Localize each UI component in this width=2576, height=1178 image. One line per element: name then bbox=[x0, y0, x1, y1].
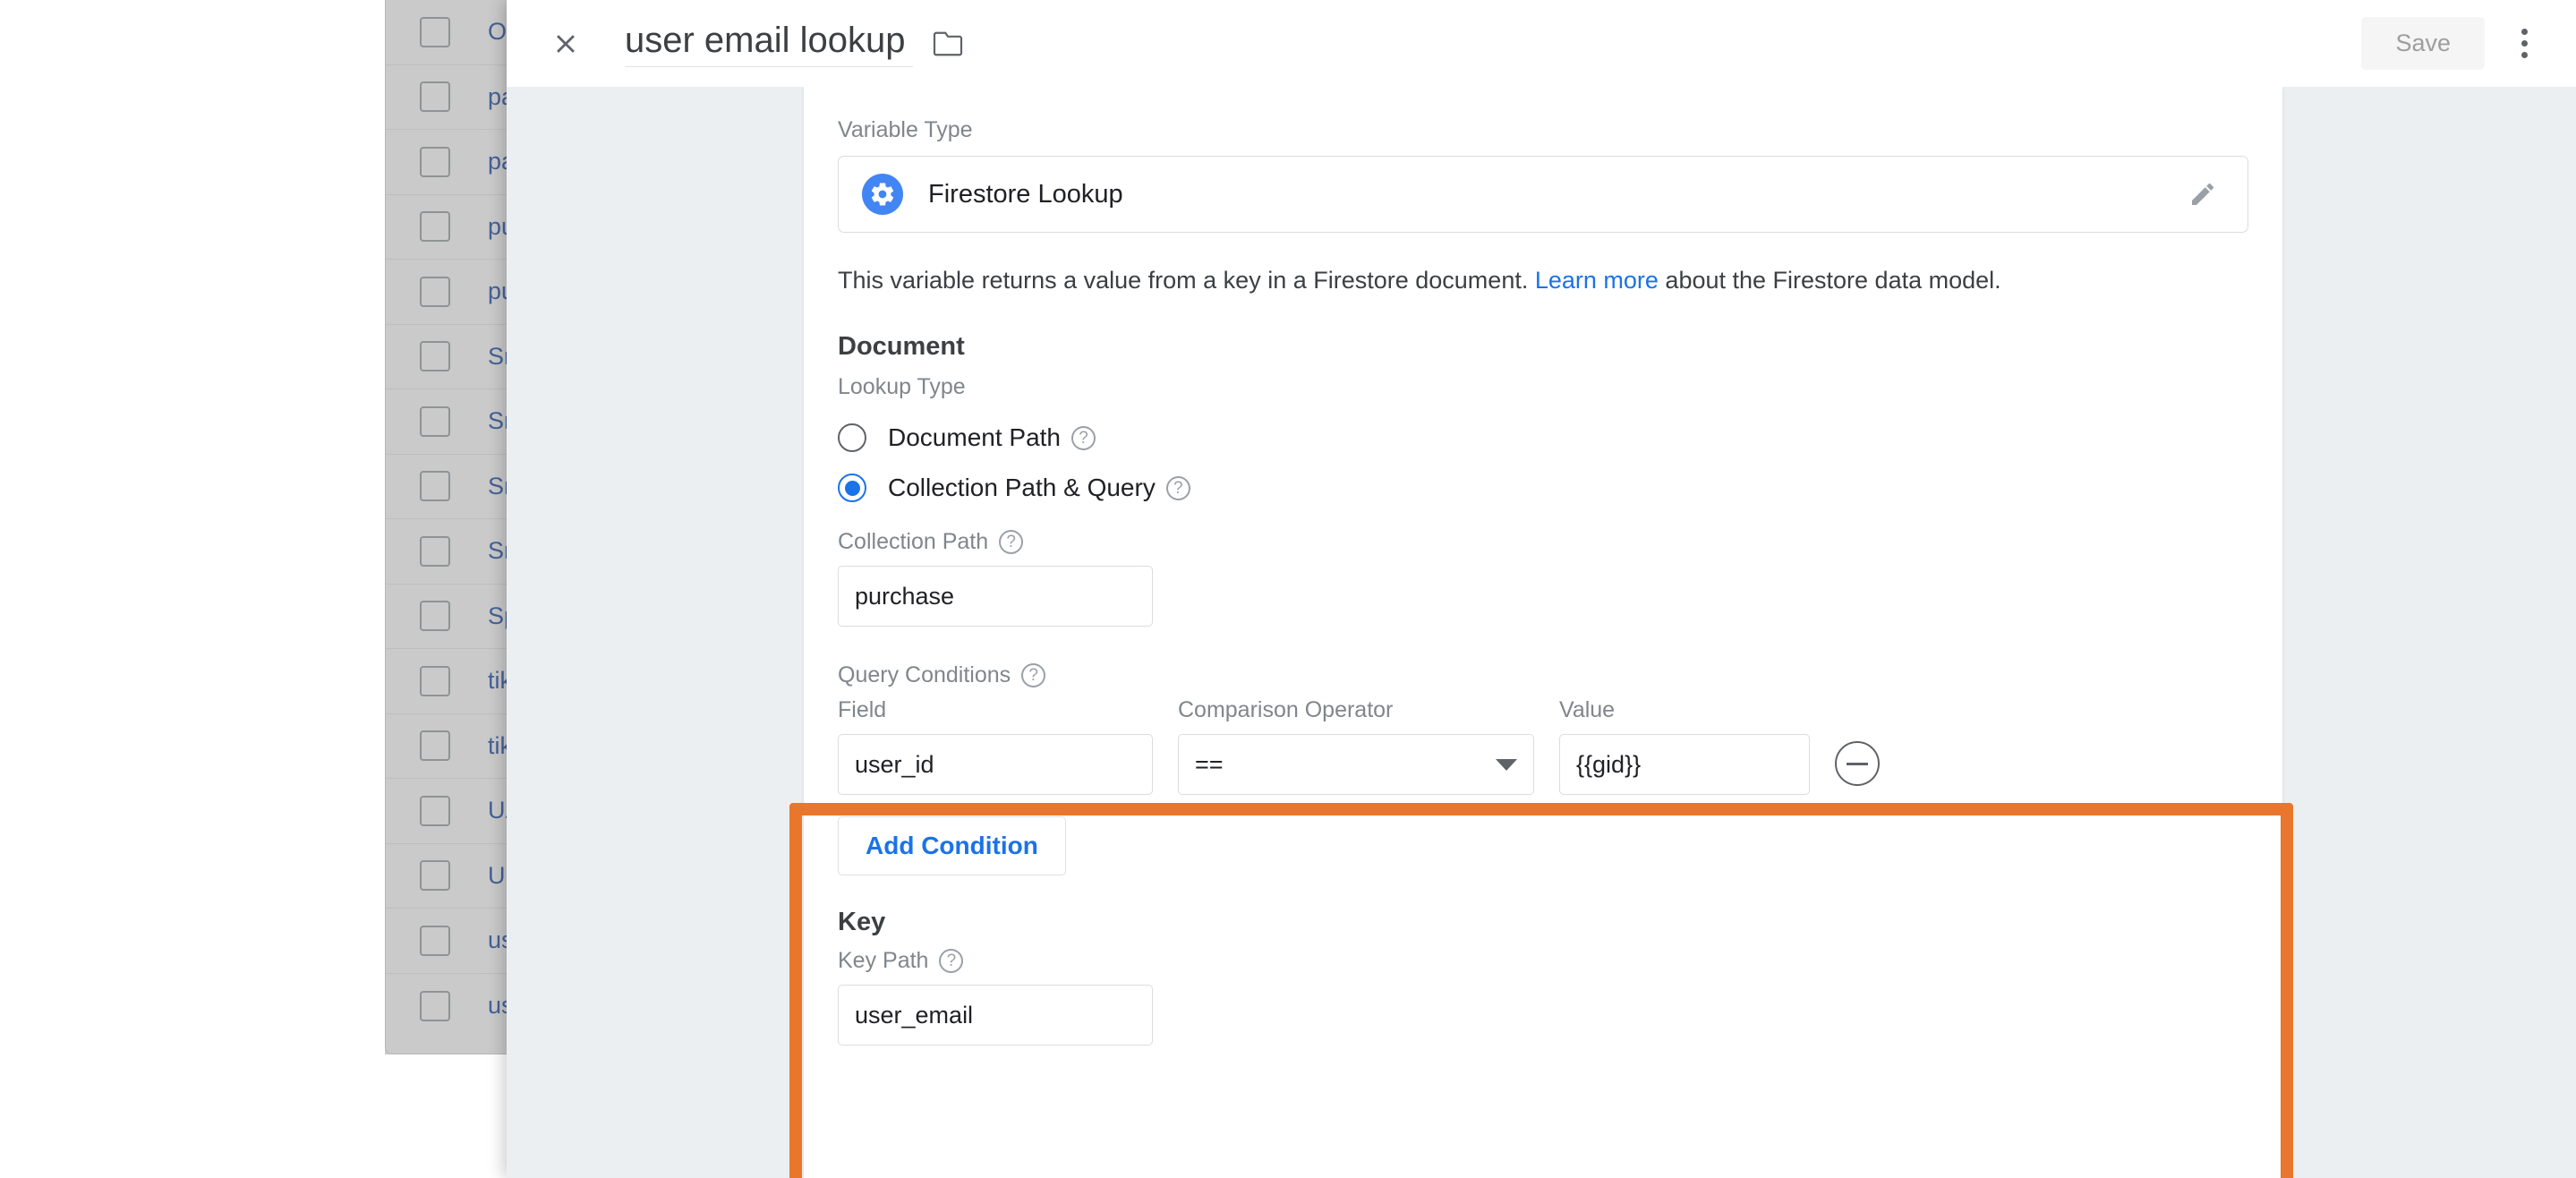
row-checkbox[interactable] bbox=[420, 276, 450, 307]
variable-config-card: Variable Type Firestore Lookup This vari… bbox=[804, 87, 2282, 1178]
condition-value-input[interactable] bbox=[1560, 735, 1809, 795]
collection-path-input-wrap bbox=[838, 566, 1153, 627]
row-checkbox[interactable] bbox=[420, 16, 450, 47]
row-checkbox[interactable] bbox=[420, 601, 450, 632]
condition-field-input-wrap bbox=[838, 734, 1153, 796]
help-icon-key-path[interactable]: ? bbox=[939, 949, 964, 974]
pencil-icon[interactable] bbox=[2181, 173, 2224, 216]
remove-circle-icon[interactable] bbox=[1835, 741, 1880, 787]
variable-type-box[interactable]: Firestore Lookup bbox=[838, 156, 2248, 233]
condition-operator-value: == bbox=[1195, 750, 1224, 778]
key-path-input-wrap bbox=[838, 985, 1153, 1046]
modal-body: Variable Type Firestore Lookup This vari… bbox=[507, 87, 2576, 1178]
variable-editor-modal: user email lookup Save Variable Type Fir… bbox=[507, 0, 2576, 1178]
variable-type-value: Firestore Lookup bbox=[928, 179, 1123, 209]
condition-field-header: Field bbox=[838, 697, 887, 723]
radio-icon-collection-path-query[interactable] bbox=[838, 474, 866, 503]
condition-operator-column: Comparison Operator == bbox=[1178, 697, 1534, 796]
row-checkbox[interactable] bbox=[420, 535, 450, 567]
radio-label-collection-path-query: Collection Path & Query bbox=[888, 474, 1156, 502]
chevron-down-icon[interactable] bbox=[1496, 758, 1517, 771]
radio-icon-document-path[interactable] bbox=[838, 423, 866, 453]
description-text-before: This variable returns a value from a key… bbox=[838, 267, 1535, 294]
variable-description: This variable returns a value from a key… bbox=[838, 265, 2248, 296]
lookup-type-label: Lookup Type bbox=[838, 374, 966, 400]
key-section: Key Key Path ? bbox=[838, 908, 2248, 1046]
variable-type-label: Variable Type bbox=[838, 117, 973, 142]
variable-name-input[interactable]: user email lookup bbox=[625, 21, 913, 67]
row-checkbox[interactable] bbox=[420, 81, 450, 113]
condition-operator-select[interactable]: == bbox=[1178, 734, 1534, 796]
save-button[interactable]: Save bbox=[2361, 17, 2485, 70]
row-checkbox[interactable] bbox=[420, 405, 450, 437]
radio-option-document-path[interactable]: Document Path ? bbox=[838, 423, 2248, 453]
add-condition-button[interactable]: Add Condition bbox=[838, 816, 1066, 876]
collection-path-label: Collection Path bbox=[838, 529, 989, 555]
header-actions: Save bbox=[2361, 0, 2549, 87]
close-icon[interactable] bbox=[541, 19, 591, 69]
help-icon-collection-path-query[interactable]: ? bbox=[1165, 475, 1190, 500]
key-path-label: Key Path bbox=[838, 948, 929, 974]
page-background bbox=[0, 0, 385, 1178]
row-checkbox[interactable] bbox=[420, 990, 450, 1021]
learn-more-link[interactable]: Learn more bbox=[1535, 267, 1659, 294]
row-checkbox[interactable] bbox=[420, 925, 450, 956]
key-path-input[interactable] bbox=[839, 986, 1152, 1046]
row-checkbox[interactable] bbox=[420, 341, 450, 372]
description-text-after: about the Firestore data model. bbox=[1658, 267, 2001, 294]
condition-operator-header: Comparison Operator bbox=[1178, 697, 1394, 723]
condition-value-header: Value bbox=[1559, 697, 1616, 723]
row-checkbox[interactable] bbox=[420, 860, 450, 892]
document-section: Document Lookup Type Document Path ? Col… bbox=[838, 332, 2248, 627]
condition-row: Field user_id Comparison Operator == Val… bbox=[838, 697, 2248, 796]
row-checkbox[interactable] bbox=[420, 665, 450, 696]
key-section-title: Key bbox=[838, 908, 886, 937]
modal-header: user email lookup Save bbox=[507, 0, 2576, 87]
screen: ObpagpagpurpurSnaSnaSnaSnaSprtikttiktUAU… bbox=[0, 0, 2576, 1178]
condition-value-input-wrap bbox=[1559, 734, 1810, 796]
more-vert-icon[interactable] bbox=[2499, 19, 2549, 69]
query-conditions-section: Query Conditions ? Field user_id Compari… bbox=[838, 662, 2248, 876]
row-checkbox[interactable] bbox=[420, 146, 450, 177]
row-checkbox[interactable] bbox=[420, 795, 450, 826]
gear-icon bbox=[862, 174, 903, 215]
query-conditions-label: Query Conditions bbox=[838, 662, 1011, 688]
collection-path-input[interactable] bbox=[839, 567, 1152, 627]
document-section-title: Document bbox=[838, 332, 965, 362]
condition-field-column: Field bbox=[838, 697, 1153, 796]
row-checkbox[interactable] bbox=[420, 211, 450, 243]
radio-label-document-path: Document Path bbox=[888, 423, 1061, 452]
row-checkbox[interactable] bbox=[420, 471, 450, 502]
row-checkbox[interactable] bbox=[420, 730, 450, 762]
help-icon-query-conditions[interactable]: ? bbox=[1021, 663, 1046, 688]
radio-option-collection-path-query[interactable]: Collection Path & Query ? bbox=[838, 474, 2248, 503]
condition-value-column: Value bbox=[1559, 697, 1810, 796]
variable-type-section: Variable Type Firestore Lookup bbox=[838, 87, 2248, 233]
collection-path-field: Collection Path ? bbox=[838, 529, 1153, 627]
folder-icon[interactable] bbox=[933, 30, 963, 57]
help-icon-document-path[interactable]: ? bbox=[1071, 425, 1096, 450]
condition-field-input[interactable] bbox=[839, 735, 1152, 795]
help-icon-collection-path[interactable]: ? bbox=[999, 530, 1024, 555]
title-group: user email lookup bbox=[625, 21, 963, 67]
